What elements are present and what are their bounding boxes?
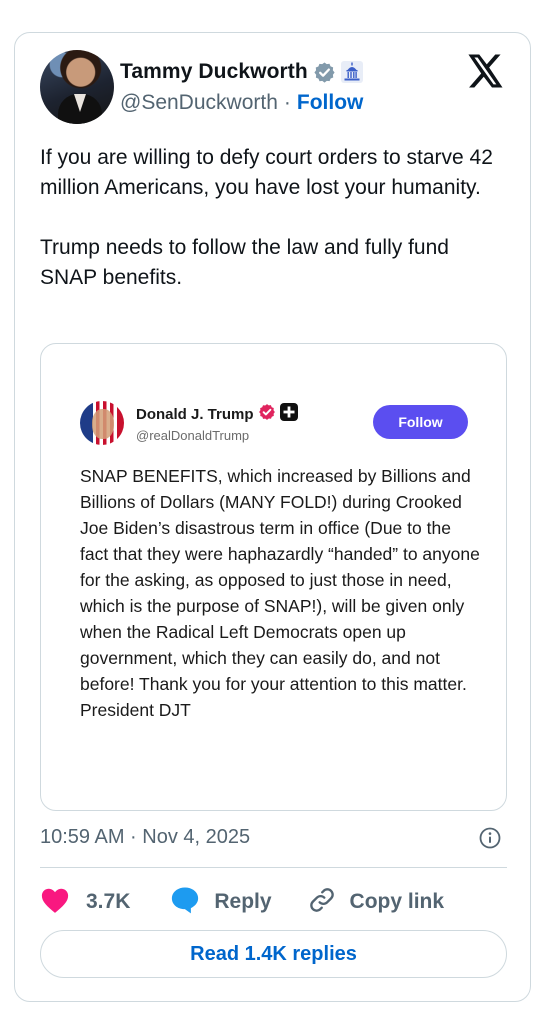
copy-link-button[interactable]: Copy link — [308, 885, 445, 919]
embedded-name: Donald J. Trump — [136, 405, 254, 423]
verified-badge-icon — [313, 61, 336, 84]
author-handle[interactable]: @SenDuckworth — [120, 91, 278, 115]
truth-plus-icon — [279, 402, 298, 426]
government-building-icon — [340, 61, 363, 83]
embedded-name-row: Donald J. Trump — [136, 402, 298, 426]
copy-link-label: Copy link — [349, 890, 445, 913]
read-replies-button[interactable]: Read 1.4K replies — [40, 930, 507, 978]
author-name-row: Tammy Duckworth — [120, 59, 363, 85]
heart-icon — [40, 886, 70, 919]
follow-button[interactable]: Follow — [297, 91, 364, 115]
separator-dot: · — [283, 91, 291, 114]
tweet-text: If you are willing to defy court orders … — [40, 146, 493, 289]
embedded-handle: @realDonaldTrump — [136, 428, 250, 443]
info-icon[interactable] — [479, 827, 501, 849]
like-count: 3.7K — [86, 890, 131, 913]
action-bar: 3.7K Reply Copy link — [40, 885, 444, 919]
author-handle-row: @SenDuckworth · Follow — [120, 90, 363, 116]
embedded-follow-button: Follow — [373, 405, 468, 439]
embedded-text: SNAP BENEFITS, which increased by Billio… — [80, 466, 480, 720]
embedded-avatar — [80, 401, 124, 445]
reply-bubble-icon — [170, 886, 200, 919]
tweet-timestamp[interactable]: 10:59 AM · Nov 4, 2025 — [40, 823, 250, 851]
embedded-post-image[interactable]: Donald J. Trump @realDonaldTrump Follow … — [40, 343, 507, 811]
tweet-card: Tammy Duckworth @SenDuckworth · Follow I… — [14, 32, 531, 1002]
author-name[interactable]: Tammy Duckworth — [120, 60, 308, 84]
x-logo-icon[interactable] — [468, 54, 504, 88]
reply-button[interactable]: Reply — [170, 885, 272, 919]
author-avatar[interactable] — [40, 50, 114, 124]
divider — [40, 867, 507, 868]
reply-label: Reply — [214, 890, 272, 913]
link-icon — [308, 886, 336, 919]
like-button[interactable]: 3.7K — [40, 885, 130, 919]
truth-verified-icon — [258, 403, 276, 426]
